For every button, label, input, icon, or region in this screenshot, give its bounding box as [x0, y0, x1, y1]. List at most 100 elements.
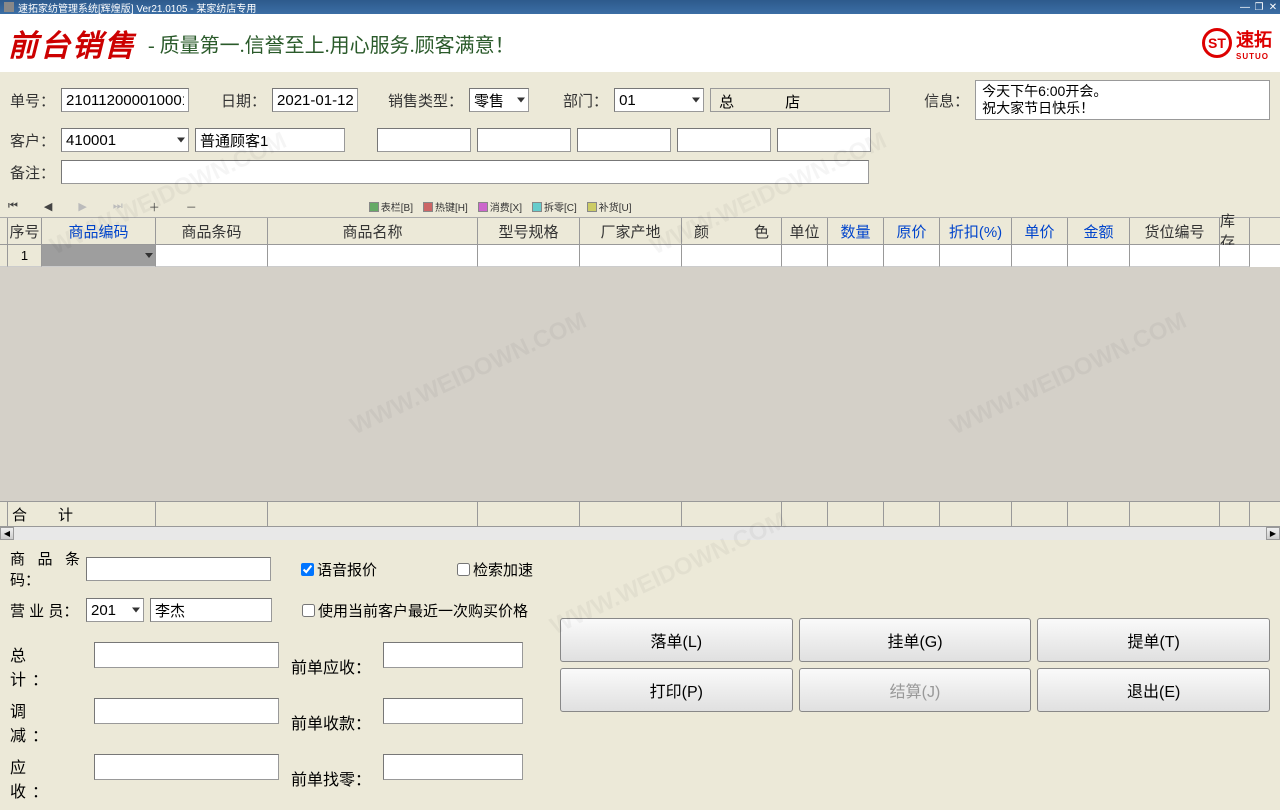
voice-checkbox[interactable]: 语音报价 — [301, 559, 377, 580]
grid-footer: 合 计 — [0, 501, 1280, 526]
close-button[interactable]: ✕ — [1266, 2, 1280, 13]
action-buttons: 落单(L) 挂单(G) 提单(T) 打印(P) 结算(J) 退出(E) — [560, 548, 1270, 802]
salesman-name-input[interactable] — [150, 598, 272, 622]
settle-button: 结算(J) — [799, 668, 1032, 712]
dept-combo[interactable]: 01 — [614, 88, 704, 112]
extra-field-4[interactable] — [677, 128, 771, 152]
col-disc[interactable]: 折扣(%) — [940, 218, 1012, 244]
prev-paid-input[interactable] — [383, 698, 523, 724]
tool-zero-button[interactable]: 拆零[C] — [532, 199, 577, 214]
hold-order-button[interactable]: 挂单(G) — [799, 618, 1032, 662]
take-order-button[interactable]: 提单(T) — [1037, 618, 1270, 662]
col-oprice[interactable]: 原价 — [884, 218, 940, 244]
tool-table-button[interactable]: 表栏[B] — [369, 199, 413, 214]
col-stock[interactable]: 库存 — [1220, 218, 1250, 244]
order-label: 单号： — [10, 90, 55, 111]
lastprice-checkbox[interactable]: 使用当前客户最近一次购买价格 — [302, 600, 528, 621]
info-box: 今天下午6:00开会。 祝大家节日快乐！ — [975, 80, 1270, 120]
col-seq[interactable]: 序号 — [8, 218, 42, 244]
print-button[interactable]: 打印(P) — [560, 668, 793, 712]
grid-header: 序号 商品编码 商品条码 商品名称 型号规格 厂家产地 颜 色 单位 数量 原价… — [0, 218, 1280, 245]
code-cell[interactable] — [42, 245, 156, 267]
items-grid: 序号 商品编码 商品条码 商品名称 型号规格 厂家产地 颜 色 单位 数量 原价… — [0, 218, 1280, 540]
col-spec[interactable]: 型号规格 — [478, 218, 580, 244]
logo-text: 速拓 — [1236, 26, 1272, 52]
title-bar: 速拓家纺管理系统[辉煌版] Ver21.0105 - 某家纺店专用 — ❐ ✕ — [0, 0, 1280, 14]
extra-field-5[interactable] — [777, 128, 871, 152]
barcode-input[interactable] — [86, 557, 271, 581]
prev-due-label: 前单应收： — [291, 642, 371, 690]
table-row[interactable]: 1 — [0, 245, 1280, 267]
nav-first-button[interactable]: ⏮ — [8, 200, 18, 213]
total-sum-label: 总 计： — [10, 642, 82, 690]
tool-supply-button[interactable]: 补货[U] — [587, 199, 632, 214]
col-unit[interactable]: 单位 — [782, 218, 828, 244]
nav-delete-button[interactable]: － — [186, 199, 197, 215]
date-input[interactable] — [272, 88, 358, 112]
info-label: 信息： — [924, 90, 969, 111]
grid-body[interactable]: 1 — [0, 245, 1280, 501]
remark-input[interactable] — [61, 160, 869, 184]
customer-name-input[interactable] — [195, 128, 345, 152]
total-label: 合 计 — [8, 502, 156, 526]
logo-sub: SUTUO — [1236, 52, 1272, 61]
col-code[interactable]: 商品编码 — [42, 218, 156, 244]
tool-hotkey-button[interactable]: 热键[H] — [423, 199, 468, 214]
col-name[interactable]: 商品名称 — [268, 218, 478, 244]
prev-paid-label: 前单收款： — [291, 698, 371, 746]
minimize-button[interactable]: — — [1238, 2, 1252, 13]
saletype-label: 销售类型： — [388, 90, 463, 111]
order-input[interactable] — [61, 88, 189, 112]
col-barcode[interactable]: 商品条码 — [156, 218, 268, 244]
tool-spend-button[interactable]: 消费[X] — [478, 199, 522, 214]
col-color[interactable]: 颜 色 — [682, 218, 782, 244]
brand-logo: ST 速拓 SUTUO — [1202, 26, 1272, 61]
salesman-combo[interactable]: 201 — [86, 598, 144, 622]
prev-change-input[interactable] — [383, 754, 523, 780]
extra-field-2[interactable] — [477, 128, 571, 152]
logo-mark: ST — [1202, 28, 1232, 58]
form-panel: 单号： 日期： 销售类型： 零售 部门： 01 总 店 信息： 今天下午6:00… — [0, 72, 1280, 196]
header-panel: 前台销售 - 质量第一.信誉至上.用心服务.顾客满意！ ST 速拓 SUTUO — [0, 14, 1280, 72]
nav-next-button: ▶ — [78, 200, 86, 213]
extra-field-1[interactable] — [377, 128, 471, 152]
adjust-label: 调 减： — [10, 698, 82, 746]
dept-label: 部门： — [563, 90, 608, 111]
drop-order-button[interactable]: 落单(L) — [560, 618, 793, 662]
col-origin[interactable]: 厂家产地 — [580, 218, 682, 244]
dept-name-display: 总 店 — [710, 88, 890, 112]
nav-last-button: ⏭ — [113, 200, 123, 213]
adjust-input[interactable] — [94, 698, 279, 724]
col-amount[interactable]: 金额 — [1068, 218, 1130, 244]
fast-checkbox[interactable]: 检索加速 — [457, 559, 533, 580]
customer-combo[interactable]: 410001 — [61, 128, 189, 152]
prev-change-label: 前单找零： — [291, 754, 371, 802]
customer-label: 客户： — [10, 130, 55, 151]
col-qty[interactable]: 数量 — [828, 218, 884, 244]
page-title: 前台销售 — [8, 21, 136, 65]
col-loc[interactable]: 货位编号 — [1130, 218, 1220, 244]
window-controls: — ❐ ✕ — [1238, 2, 1280, 13]
extra-field-3[interactable] — [577, 128, 671, 152]
saletype-combo[interactable]: 零售 — [469, 88, 529, 112]
barcode-label: 商品条码： — [10, 548, 80, 590]
app-icon — [4, 2, 14, 12]
scroll-right-button[interactable]: ▶ — [1266, 527, 1280, 540]
receivable-label: 应 收： — [10, 754, 82, 802]
remark-label: 备注： — [10, 162, 55, 183]
exit-button[interactable]: 退出(E) — [1037, 668, 1270, 712]
total-sum-input[interactable] — [94, 642, 279, 668]
date-label: 日期： — [221, 90, 266, 111]
receivable-input[interactable] — [94, 754, 279, 780]
grid-nav-toolbar: ⏮ ◀ ▶ ⏭ ＋ － 表栏[B] 热键[H] 消费[X] 拆零[C] 补货[U… — [0, 196, 1280, 218]
window-title: 速拓家纺管理系统[辉煌版] Ver21.0105 - 某家纺店专用 — [18, 0, 256, 15]
salesman-label: 营 业 员： — [10, 600, 80, 621]
scroll-left-button[interactable]: ◀ — [0, 527, 14, 540]
grid-hscroll[interactable]: ◀ ▶ — [0, 526, 1280, 540]
nav-add-button[interactable]: ＋ — [149, 199, 160, 215]
nav-prev-button[interactable]: ◀ — [44, 200, 52, 213]
col-price[interactable]: 单价 — [1012, 218, 1068, 244]
prev-due-input[interactable] — [383, 642, 523, 668]
maximize-button[interactable]: ❐ — [1252, 2, 1266, 13]
page-subtitle: - 质量第一.信誉至上.用心服务.顾客满意！ — [148, 29, 515, 58]
